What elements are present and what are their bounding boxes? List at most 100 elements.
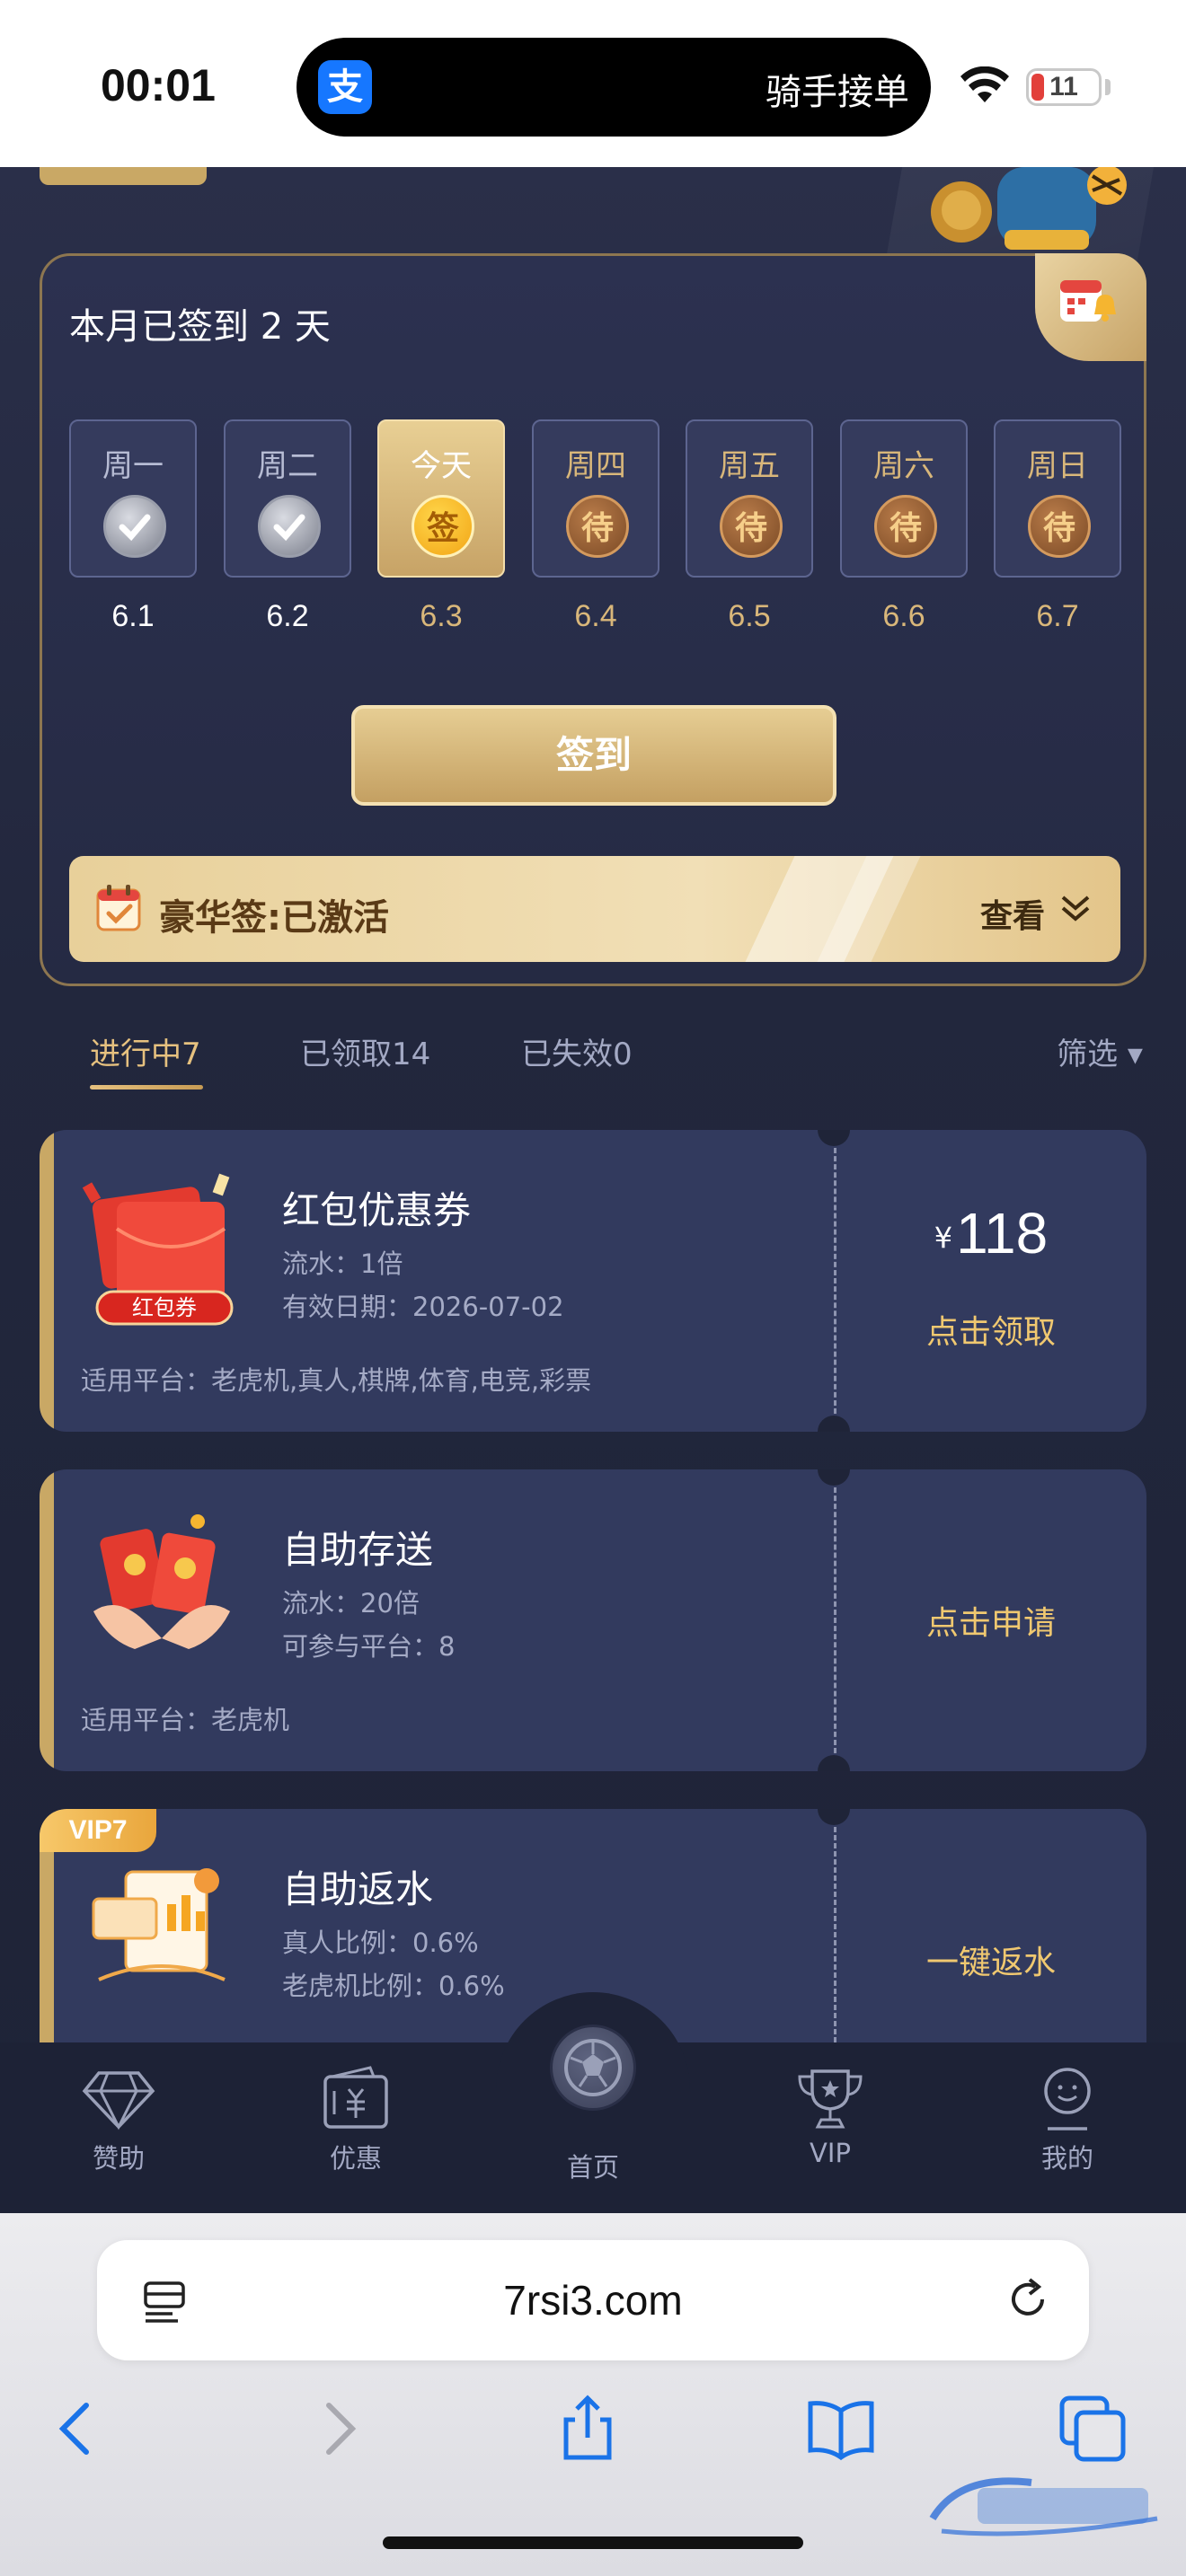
amount-value: 118 [956,1201,1049,1266]
address-bar[interactable]: 7rsi3.com [97,2240,1089,2360]
coupon-amount: ¥118 [836,1200,1146,1266]
wifi-icon [960,66,1009,102]
share-icon[interactable] [552,2393,624,2465]
coupon-card-deposit-bonus: 自助存送 流水：20倍 可参与平台：8 适用平台：老虎机 点击申请 [40,1469,1146,1771]
sign-badge: 签 [412,495,474,558]
day-date: 6.2 [266,599,309,633]
check-icon [103,495,166,558]
day-cell: 周一 6.1 [69,419,197,633]
reload-icon[interactable] [1003,2274,1053,2325]
rebate-receipt-icon [92,1868,226,1981]
double-chevron-down-icon [1061,895,1090,922]
apply-button[interactable]: 点击申请 [836,1597,1146,1644]
url-text: 7rsi3.com [503,2277,683,2324]
tab-expired[interactable]: 已失效0 [521,1029,633,1073]
nav-offers[interactable]: 优惠 [284,2064,428,2175]
coupon-title: 红包优惠券 [282,1188,472,1232]
diamond-icon [82,2071,155,2130]
day-label: 周六 [873,448,934,484]
sign-in-button[interactable]: 签到 [351,705,836,806]
bookmarks-icon[interactable] [805,2393,877,2465]
day-cell: 周二 6.2 [224,419,351,633]
red-packet-icon: 红包券 [82,1173,234,1326]
nav-label: 优惠 [329,2143,382,2174]
active-tab-underline [90,1085,203,1090]
day-cell: 周日 待 6.7 [994,419,1121,633]
day-label: 周日 [1027,448,1088,484]
app-page: 本月已签到 2 天 周一 6.1 周二 6.2 今天 签 6.3 周四 待 6.… [0,167,1186,2213]
hands-red-packet-icon [93,1514,230,1649]
coupon-title: 自助存送 [282,1528,434,1572]
day-date: 6.3 [420,599,463,633]
coupon-tabs: 进行中7 已领取14 已失效0 筛选 ▾ [0,1029,1186,1101]
status-time: 00:01 [101,60,216,110]
day-label: 周一 [102,448,164,484]
day-cell: 周四 待 6.4 [532,419,659,633]
signin-title: 本月已签到 2 天 [69,306,331,348]
top-banner-stub [40,167,207,185]
pending-badge: 待 [874,495,937,558]
day-date: 6.7 [1036,599,1079,633]
calendar-bell-icon [1060,280,1116,322]
pending-badge: 待 [566,495,629,558]
nav-mine[interactable]: 我的 [996,2064,1139,2175]
tabs-icon[interactable] [1057,2393,1128,2465]
bottom-tab-bar: 赞助 优惠 首页 VIP 我的 [0,1992,1186,2213]
home-indicator [383,2536,803,2549]
nav-label: 赞助 [92,2143,145,2174]
wallet-yen-icon [323,2066,388,2129]
one-click-rebate-button[interactable]: 一键返水 [836,1936,1146,1983]
day-date: 6.5 [728,599,771,633]
island-activity-text: 骑手接单 [766,72,909,113]
claim-button[interactable]: 点击领取 [836,1306,1146,1353]
forward-arrow-icon[interactable] [302,2393,374,2465]
tiger-mascot-icon [931,167,1127,250]
watermark-logo-icon [929,2477,1158,2536]
user-smile-icon [1044,2068,1091,2130]
football-icon[interactable] [550,2025,636,2111]
day-date: 6.4 [574,599,617,633]
dynamic-island[interactable]: 支 骑手接单 [296,38,931,137]
tab-claimed[interactable]: 已领取14 [300,1029,430,1073]
currency-symbol: ¥ [934,1221,953,1255]
day-label: 周二 [257,448,318,484]
day-label: 今天 [411,448,472,484]
day-cell-today[interactable]: 今天 签 6.3 [377,419,505,633]
nav-home[interactable]: 首页 [521,2141,665,2184]
coupon-platform-count: 可参与平台：8 [282,1631,456,1662]
luxury-sign-banner[interactable]: 豪华签:已激活 查看 [69,856,1120,962]
filter-dropdown[interactable]: 筛选 ▾ [1057,1029,1143,1073]
day-cell: 周六 待 6.6 [840,419,968,633]
day-date: 6.6 [882,599,925,633]
tab-in-progress[interactable]: 进行中7 [90,1029,201,1073]
battery-level: 11 [1049,72,1078,101]
week-days: 周一 6.1 周二 6.2 今天 签 6.3 周四 待 6.4 周五 待 6.5… [69,419,1129,635]
calendar-check-icon [96,885,141,931]
nav-sponsor[interactable]: 赞助 [47,2064,190,2175]
coupon-wager: 流水：1倍 [282,1248,403,1279]
live-rebate-ratio: 真人比例：0.6% [282,1928,479,1958]
coupon-title: 自助返水 [282,1867,434,1911]
back-arrow-icon[interactable] [41,2393,113,2465]
nav-vip[interactable]: VIP [758,2064,902,2168]
nav-label: VIP [810,2138,851,2168]
slots-rebate-ratio: 老虎机比例：0.6% [282,1971,505,2001]
day-label: 周五 [719,448,780,484]
luxury-sign-status: 豪华签:已激活 [159,897,389,939]
view-link[interactable]: 查看 [980,890,1045,937]
coupon-card-red-packet: 红包券 红包优惠券 流水：1倍 有效日期：2026-07-02 适用平台：老虎机… [40,1130,1146,1432]
check-icon [258,495,321,558]
alipay-icon: 支 [318,60,372,114]
day-label: 周四 [565,448,626,484]
day-cell: 周五 待 6.5 [686,419,813,633]
coupon-expiry: 有效日期：2026-07-02 [282,1292,564,1322]
battery-icon: 11 [1026,68,1102,106]
nav-label: 首页 [566,2152,619,2183]
browser-toolbar: 7rsi3.com [0,2213,1186,2576]
calendar-corner[interactable] [1035,253,1146,361]
pending-badge: 待 [720,495,783,558]
coupon-platforms: 适用平台：老虎机 [81,1705,290,1735]
red-packet-tag: 红包券 [132,1295,197,1320]
signin-card: 本月已签到 2 天 周一 6.1 周二 6.2 今天 签 6.3 周四 待 6.… [40,253,1146,986]
trophy-icon [798,2069,863,2129]
